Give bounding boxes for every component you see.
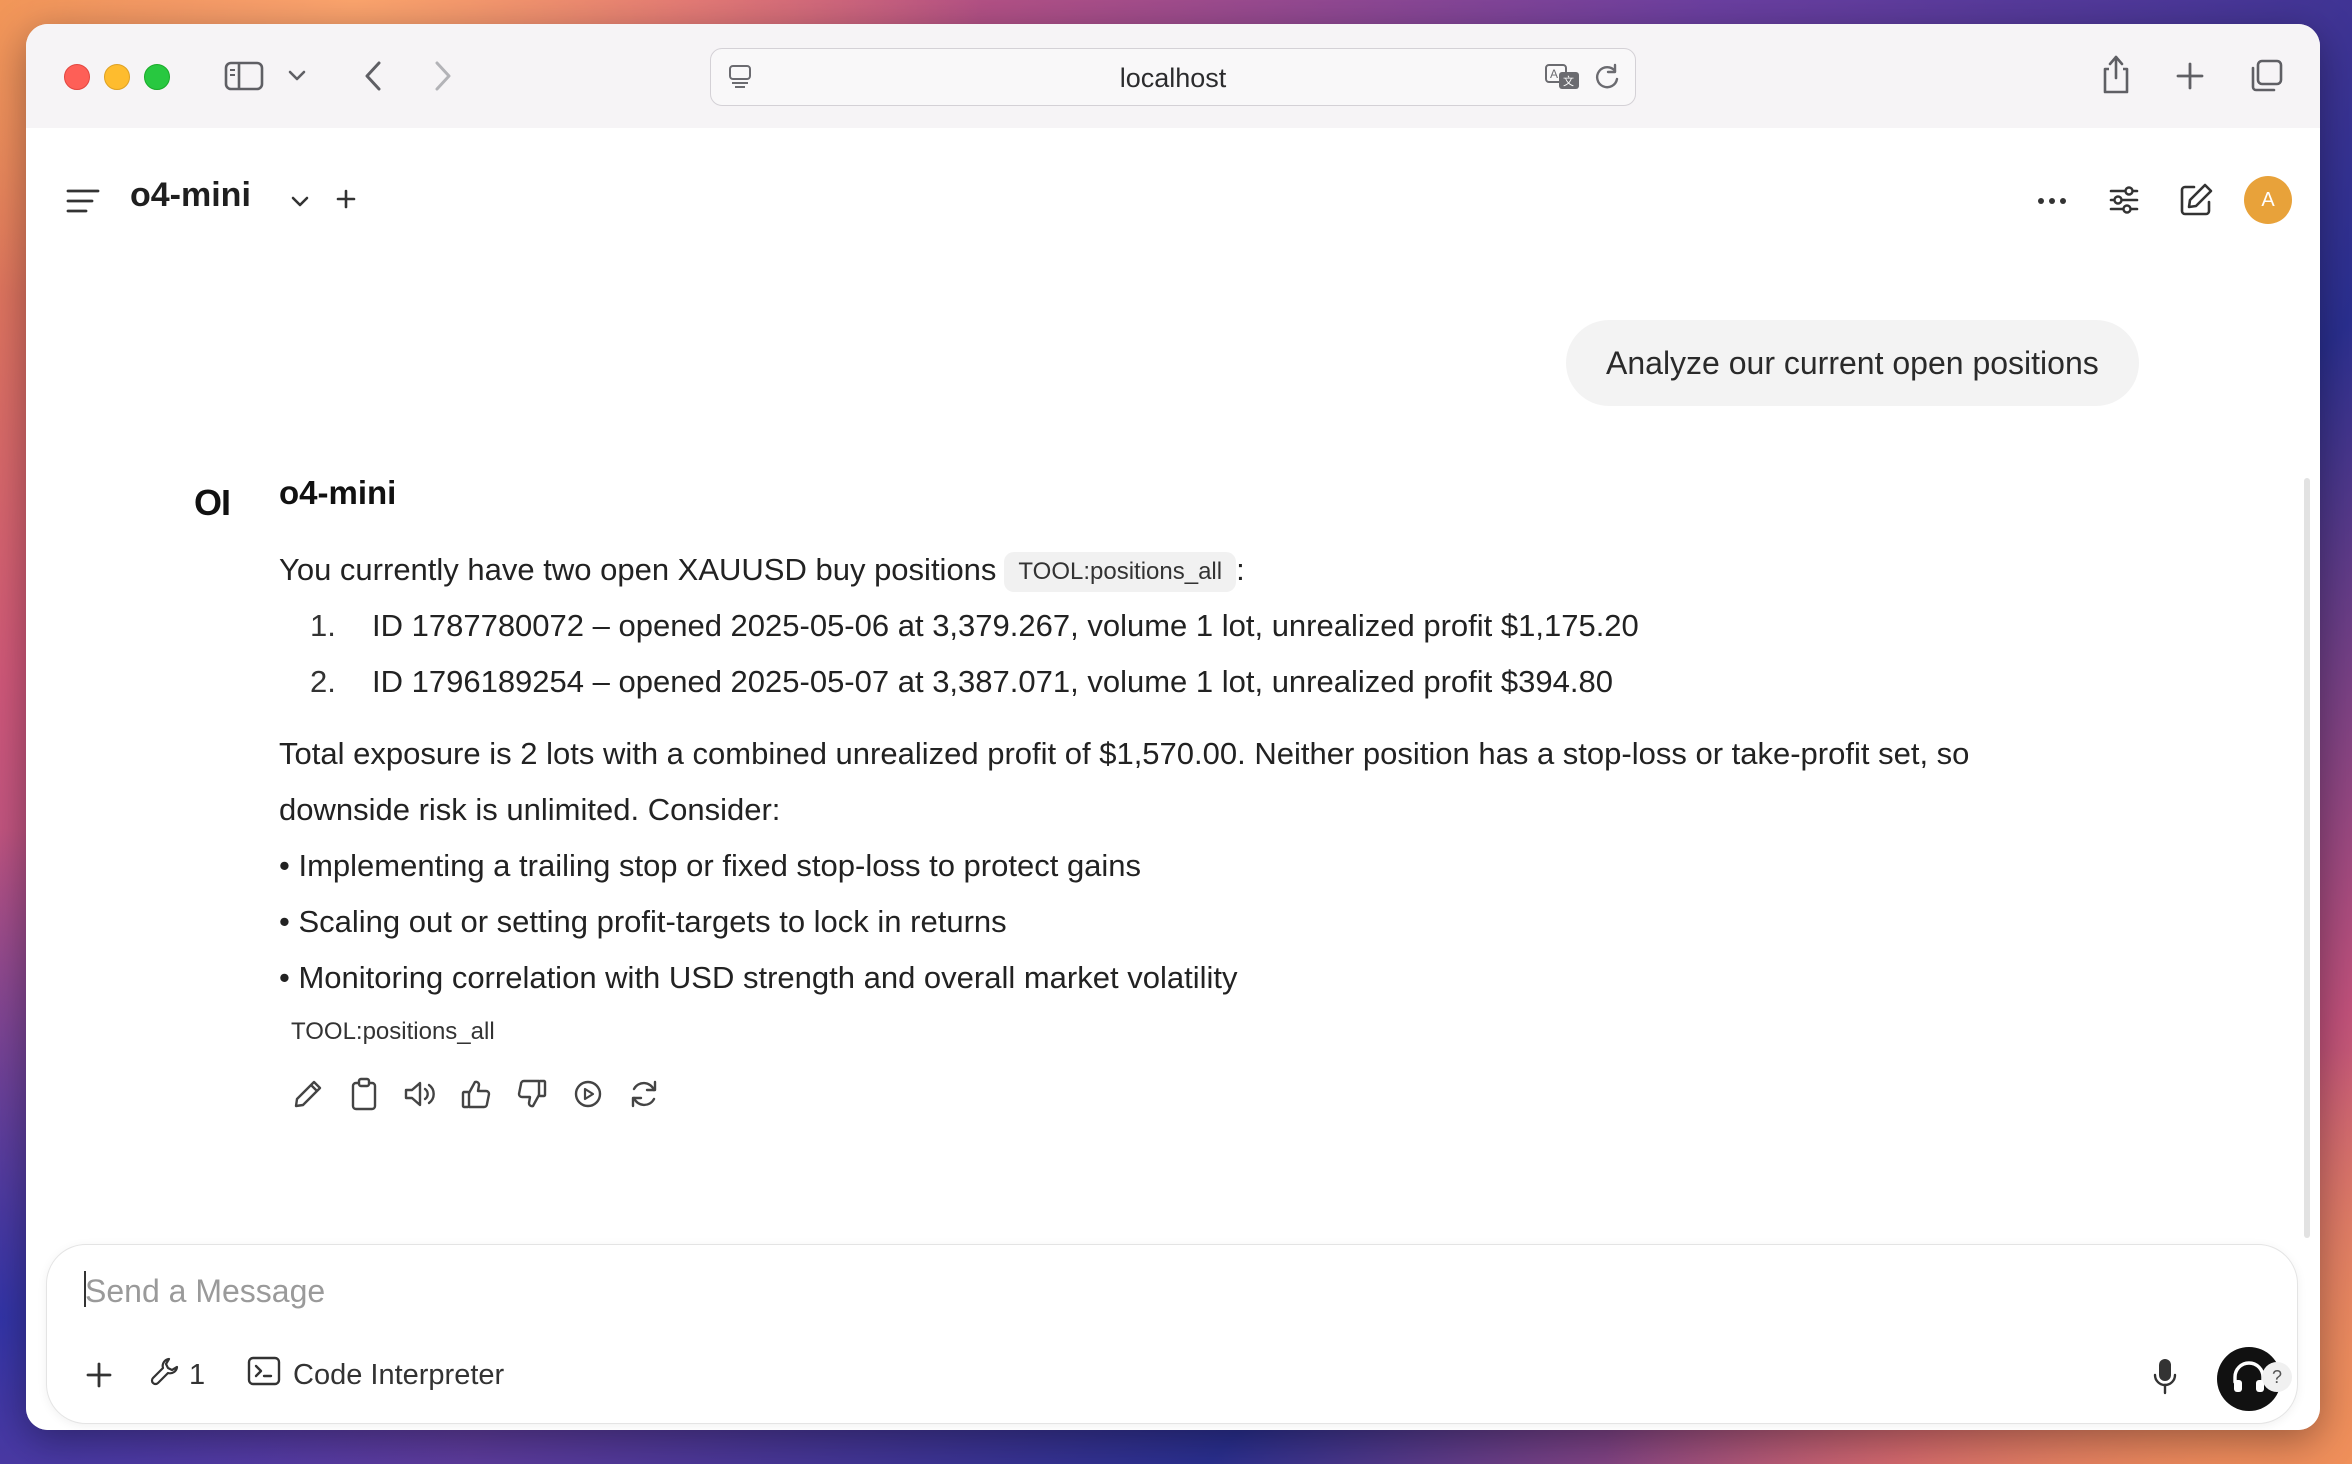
new-tab-icon[interactable] — [2172, 58, 2208, 94]
message-composer: 1 Code Interpreter — [46, 1244, 2298, 1424]
url-text: localhost — [1119, 63, 1227, 93]
message-input[interactable] — [83, 1265, 1487, 1317]
bullet-item: • Monitoring correlation with USD streng… — [279, 960, 1238, 995]
minimize-window-button[interactable] — [104, 64, 130, 90]
list-item-text: ID 1787780072 – opened 2025-05-06 at 3,3… — [372, 608, 1639, 643]
user-message-bubble: Analyze our current open positions — [1566, 320, 2139, 406]
share-icon[interactable] — [2096, 50, 2136, 98]
thumbs-down-icon[interactable] — [514, 1076, 550, 1112]
speaker-icon[interactable] — [402, 1076, 438, 1112]
reload-icon[interactable] — [1591, 61, 1623, 93]
list-number: 2. — [310, 664, 336, 699]
add-attachment-icon[interactable] — [81, 1357, 117, 1393]
bullet-item: • Scaling out or setting profit-targets … — [279, 904, 1007, 939]
play-circle-icon[interactable] — [570, 1076, 606, 1112]
wrench-icon — [149, 1355, 181, 1395]
assistant-logo: OI — [194, 482, 231, 523]
list-item: 1. ID 1787780072 – opened 2025-05-06 at 3… — [310, 608, 1639, 644]
bullet-item: • Implementing a trailing stop or fixed … — [279, 848, 1142, 883]
browser-window: localhost A文 o4-mini A Analyze our curre… — [26, 24, 2320, 1430]
translate-icon[interactable]: A文 — [1543, 61, 1583, 93]
summary-line: Total exposure is 2 lots with a combined… — [279, 736, 1970, 771]
model-dropdown-chevron-icon[interactable] — [288, 190, 312, 214]
tool-source-label[interactable]: TOOL:positions_all — [291, 1018, 495, 1046]
back-arrow-icon[interactable] — [356, 54, 390, 98]
intro-text: You currently have two open XAUUSD buy p… — [279, 552, 997, 588]
terminal-icon — [247, 1355, 281, 1395]
text-cursor — [84, 1271, 86, 1307]
list-item: 2. ID 1796189254 – opened 2025-05-07 at 3… — [310, 664, 1613, 700]
chat-scrollbar[interactable] — [2304, 478, 2310, 1238]
thumbs-up-icon[interactable] — [458, 1076, 494, 1112]
model-selector[interactable]: o4-mini — [130, 176, 251, 215]
forward-arrow-icon[interactable] — [426, 54, 460, 98]
assistant-name: o4-mini — [279, 474, 397, 511]
tab-overview-icon[interactable] — [2246, 56, 2286, 96]
refresh-icon[interactable] — [626, 1076, 662, 1112]
tools-button[interactable]: 1 — [149, 1355, 205, 1395]
microphone-icon[interactable] — [2147, 1353, 2183, 1401]
sidebar-toggle-icon[interactable] — [222, 58, 266, 94]
intro-suffix: : — [1236, 552, 1245, 588]
svg-text:文: 文 — [1563, 74, 1574, 88]
code-interpreter-button[interactable]: Code Interpreter — [247, 1355, 504, 1395]
controls-sliders-icon[interactable] — [2106, 182, 2142, 218]
add-model-icon[interactable] — [334, 186, 358, 212]
tools-count: 1 — [189, 1358, 206, 1391]
assistant-intro-line: You currently have two open XAUUSD buy p… — [279, 552, 1245, 592]
svg-text:A: A — [1550, 67, 1558, 81]
more-options-icon[interactable] — [2034, 188, 2070, 214]
maximize-window-button[interactable] — [144, 64, 170, 90]
close-window-button[interactable] — [64, 64, 90, 90]
menu-icon[interactable] — [64, 184, 102, 218]
chevron-down-icon[interactable] — [284, 62, 310, 90]
clipboard-icon[interactable] — [346, 1076, 382, 1112]
list-item-text: ID 1796189254 – opened 2025-05-07 at 3,3… — [372, 664, 1613, 699]
user-avatar[interactable]: A — [2244, 176, 2292, 224]
address-bar[interactable]: localhost A文 — [710, 48, 1636, 106]
summary-line: downside risk is unlimited. Consider: — [279, 792, 781, 827]
pencil-icon[interactable] — [290, 1076, 326, 1112]
help-button[interactable]: ? — [2262, 1362, 2292, 1392]
tool-citation-chip[interactable]: TOOL:positions_all — [1004, 552, 1237, 592]
code-interpreter-label: Code Interpreter — [293, 1358, 505, 1391]
new-chat-edit-icon[interactable] — [2176, 180, 2216, 220]
browser-toolbar: localhost A文 — [26, 24, 2320, 129]
message-actions — [290, 1076, 662, 1112]
chat-app: o4-mini A Analyze our current open posit… — [26, 128, 2320, 1430]
list-number: 1. — [310, 608, 336, 643]
